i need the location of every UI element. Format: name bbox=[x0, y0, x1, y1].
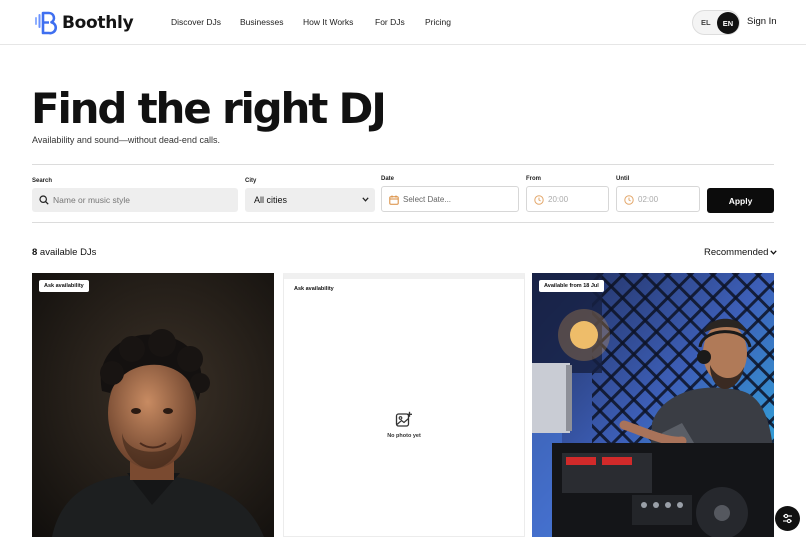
nav-pricing[interactable]: Pricing bbox=[425, 17, 451, 27]
date-picker[interactable]: Select Date... bbox=[381, 186, 519, 212]
search-input[interactable]: Name or music style bbox=[32, 188, 238, 212]
results-count-suffix: available DJs bbox=[37, 247, 97, 258]
clock-icon bbox=[624, 195, 634, 205]
brand-logo[interactable]: Boothly bbox=[32, 11, 134, 35]
divider-top bbox=[32, 164, 774, 165]
lang-option-en[interactable]: EN bbox=[717, 12, 739, 34]
city-value: All cities bbox=[254, 195, 288, 205]
search-icon bbox=[39, 195, 49, 205]
page-subtitle: Availability and sound—without dead-end … bbox=[32, 135, 220, 145]
sign-in-link[interactable]: Sign In bbox=[747, 16, 777, 27]
divider-bottom bbox=[32, 222, 774, 223]
nav-for-djs[interactable]: For DJs bbox=[375, 17, 405, 27]
until-placeholder: 02:00 bbox=[638, 195, 659, 204]
from-label: From bbox=[526, 176, 541, 182]
chevron-down-icon bbox=[770, 250, 778, 255]
availability-badge: Ask availability bbox=[39, 280, 89, 292]
dj-card[interactable]: Ask availability No photo yet bbox=[283, 273, 525, 537]
no-photo-placeholder: No photo yet bbox=[284, 411, 524, 439]
availability-badge: Ask availability bbox=[289, 283, 339, 295]
top-header: Boothly Discover DJs Businesses How It W… bbox=[0, 0, 806, 45]
dj-photo-decks bbox=[532, 273, 774, 537]
dj-photo-portrait bbox=[32, 273, 274, 537]
until-time-input[interactable]: 02:00 bbox=[616, 186, 700, 212]
dj-card[interactable]: Ask availability bbox=[32, 273, 274, 537]
logo-mark-icon bbox=[35, 11, 58, 35]
from-time-input[interactable]: 20:00 bbox=[526, 186, 609, 212]
image-add-icon bbox=[395, 411, 412, 427]
lang-option-el[interactable]: EL bbox=[701, 18, 711, 27]
no-photo-text: No photo yet bbox=[387, 433, 421, 439]
sort-value: Recommended bbox=[704, 247, 769, 258]
filters-fab-button[interactable] bbox=[775, 506, 800, 531]
search-placeholder: Name or music style bbox=[53, 195, 130, 205]
nav-discover-djs[interactable]: Discover DJs bbox=[171, 17, 221, 27]
brand-name: Boothly bbox=[62, 13, 134, 33]
language-toggle[interactable]: EL EN bbox=[692, 10, 740, 35]
filter-sliders-icon bbox=[783, 513, 792, 524]
sort-dropdown[interactable]: Recommended bbox=[704, 247, 778, 258]
nav-businesses[interactable]: Businesses bbox=[240, 17, 283, 27]
page-title: Find the right DJ bbox=[31, 84, 387, 133]
dj-card[interactable]: Available from 18 Jul bbox=[532, 273, 774, 537]
apply-button[interactable]: Apply bbox=[707, 188, 774, 213]
search-label: Search bbox=[32, 178, 53, 184]
city-select[interactable]: All cities bbox=[245, 188, 375, 212]
availability-badge: Available from 18 Jul bbox=[539, 280, 604, 292]
city-label: City bbox=[245, 178, 257, 184]
chevron-down-icon bbox=[362, 197, 369, 202]
nav-how-it-works[interactable]: How It Works bbox=[303, 17, 353, 27]
clock-icon bbox=[534, 195, 544, 205]
results-count: 8 available DJs bbox=[32, 247, 96, 258]
calendar-icon bbox=[389, 195, 399, 205]
date-label: Date bbox=[381, 176, 395, 182]
date-placeholder: Select Date... bbox=[403, 195, 452, 204]
until-label: Until bbox=[616, 176, 630, 182]
from-placeholder: 20:00 bbox=[548, 195, 569, 204]
